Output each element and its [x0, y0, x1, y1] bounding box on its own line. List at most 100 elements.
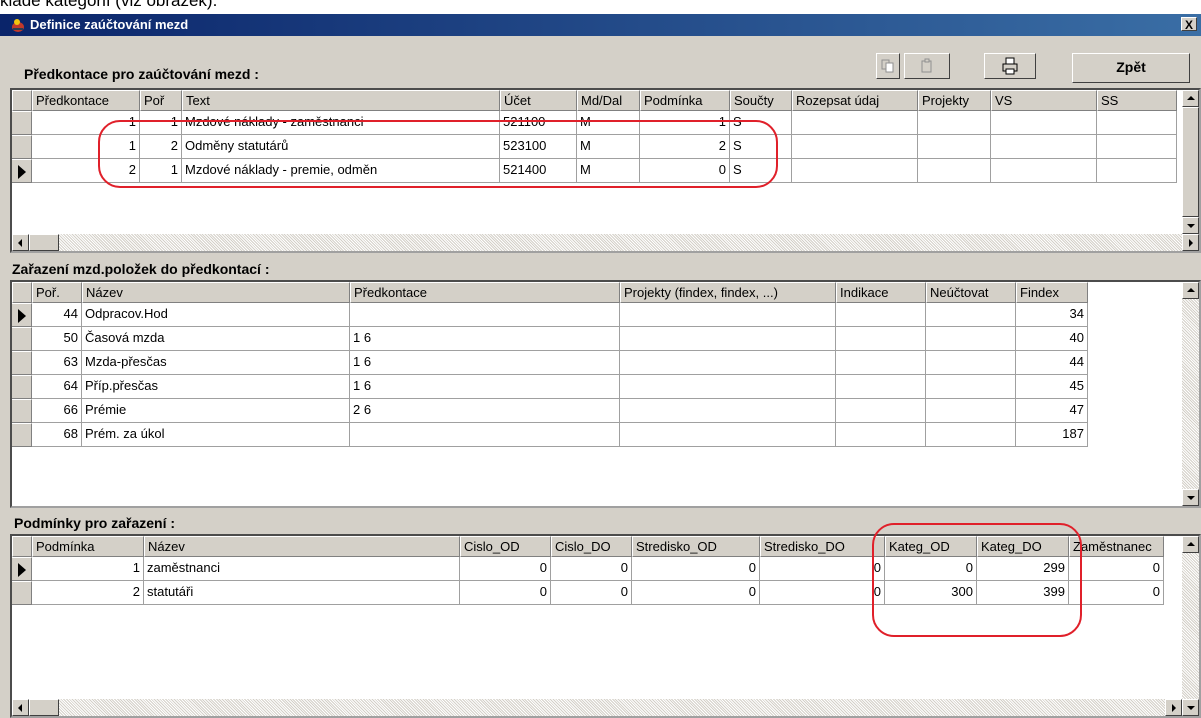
- column-header-4[interactable]: Indikace: [836, 282, 926, 303]
- table-cell[interactable]: 1 6: [350, 327, 620, 351]
- table-cell[interactable]: 2: [640, 135, 730, 159]
- table-cell[interactable]: 44: [1016, 351, 1088, 375]
- row-indicator[interactable]: [12, 375, 32, 399]
- column-header-10[interactable]: SS: [1097, 90, 1177, 111]
- table-cell[interactable]: 0: [1069, 557, 1164, 581]
- table-cell[interactable]: [836, 375, 926, 399]
- table-cell[interactable]: [926, 399, 1016, 423]
- scroll-left-button[interactable]: [12, 699, 29, 716]
- table-cell[interactable]: [836, 423, 926, 447]
- table-cell[interactable]: [620, 351, 836, 375]
- table-cell[interactable]: 521400: [500, 159, 577, 183]
- row-indicator[interactable]: [12, 557, 32, 581]
- table-cell[interactable]: statutáři: [144, 581, 460, 605]
- paste-button[interactable]: [904, 53, 950, 79]
- table-cell[interactable]: [620, 327, 836, 351]
- column-header-5[interactable]: Stredisko_DO: [760, 536, 885, 557]
- column-header-1[interactable]: Název: [82, 282, 350, 303]
- table-cell[interactable]: 2: [32, 581, 144, 605]
- table-cell[interactable]: 0: [460, 581, 551, 605]
- table-cell[interactable]: 64: [32, 375, 82, 399]
- table-cell[interactable]: 47: [1016, 399, 1088, 423]
- table-cell[interactable]: 2 6: [350, 399, 620, 423]
- scroll-up-button[interactable]: [1182, 90, 1199, 107]
- scroll-right-button[interactable]: [1165, 699, 1182, 716]
- table-cell[interactable]: [350, 303, 620, 327]
- title-bar[interactable]: Definice zaúčtování mezd X: [0, 14, 1201, 36]
- copy-button[interactable]: [876, 53, 900, 79]
- table-cell[interactable]: [836, 327, 926, 351]
- column-header-2[interactable]: Text: [182, 90, 500, 111]
- scroll-right-button[interactable]: [1182, 234, 1199, 251]
- table-cell[interactable]: 1: [32, 111, 140, 135]
- horizontal-scroll-thumb[interactable]: [29, 699, 59, 716]
- table-cell[interactable]: Mzdové náklady - premie, odměn: [182, 159, 500, 183]
- table-cell[interactable]: 34: [1016, 303, 1088, 327]
- table-cell[interactable]: 44: [32, 303, 82, 327]
- row-indicator[interactable]: [12, 159, 32, 183]
- row-indicator[interactable]: [12, 423, 32, 447]
- column-header-8[interactable]: Projekty: [918, 90, 991, 111]
- table-cell[interactable]: Příp.přesčas: [82, 375, 350, 399]
- column-header-6[interactable]: Kateg_OD: [885, 536, 977, 557]
- column-header-9[interactable]: VS: [991, 90, 1097, 111]
- column-header-7[interactable]: Rozepsat údaj: [792, 90, 918, 111]
- vertical-scrollbar[interactable]: [1182, 536, 1199, 716]
- table-cell[interactable]: [792, 111, 918, 135]
- table-cell[interactable]: [792, 135, 918, 159]
- row-indicator[interactable]: [12, 399, 32, 423]
- table-cell[interactable]: 66: [32, 399, 82, 423]
- table-cell[interactable]: [926, 303, 1016, 327]
- scroll-up-button[interactable]: [1182, 282, 1199, 299]
- table-cell[interactable]: 0: [551, 557, 632, 581]
- scroll-left-button[interactable]: [12, 234, 29, 251]
- table-cell[interactable]: 0: [632, 557, 760, 581]
- table-cell[interactable]: [1097, 111, 1177, 135]
- table-cell[interactable]: [926, 375, 1016, 399]
- row-indicator[interactable]: [12, 111, 32, 135]
- column-header-3[interactable]: Projekty (findex, findex, ...): [620, 282, 836, 303]
- horizontal-scrollbar[interactable]: [12, 699, 1182, 716]
- column-header-2[interactable]: Předkontace: [350, 282, 620, 303]
- table-cell[interactable]: 1: [140, 159, 182, 183]
- table-cell[interactable]: 300: [885, 581, 977, 605]
- table-cell[interactable]: 68: [32, 423, 82, 447]
- table-cell[interactable]: S: [730, 135, 792, 159]
- column-header-3[interactable]: Účet: [500, 90, 577, 111]
- column-header-7[interactable]: Kateg_DO: [977, 536, 1069, 557]
- column-header-0[interactable]: Předkontace: [32, 90, 140, 111]
- table-cell[interactable]: [620, 399, 836, 423]
- column-header-1[interactable]: Název: [144, 536, 460, 557]
- table-cell[interactable]: [350, 423, 620, 447]
- table-cell[interactable]: [918, 159, 991, 183]
- column-header-6[interactable]: Findex: [1016, 282, 1088, 303]
- scroll-down-button[interactable]: [1182, 489, 1199, 506]
- table-cell[interactable]: [836, 303, 926, 327]
- row-indicator[interactable]: [12, 581, 32, 605]
- table-cell[interactable]: [836, 351, 926, 375]
- print-button[interactable]: [984, 53, 1036, 79]
- table-cell[interactable]: 1: [140, 111, 182, 135]
- table-cell[interactable]: 1 6: [350, 375, 620, 399]
- table-cell[interactable]: 0: [760, 581, 885, 605]
- column-header-6[interactable]: Součty: [730, 90, 792, 111]
- table-cell[interactable]: Časová mzda: [82, 327, 350, 351]
- table-cell[interactable]: M: [577, 159, 640, 183]
- table-cell[interactable]: S: [730, 111, 792, 135]
- table-cell[interactable]: 399: [977, 581, 1069, 605]
- row-indicator[interactable]: [12, 327, 32, 351]
- table-cell[interactable]: M: [577, 135, 640, 159]
- table-cell[interactable]: [918, 135, 991, 159]
- horizontal-scrollbar[interactable]: [12, 234, 1199, 251]
- table-cell[interactable]: 299: [977, 557, 1069, 581]
- table-cell[interactable]: 1: [640, 111, 730, 135]
- column-header-1[interactable]: Poř: [140, 90, 182, 111]
- table-cell[interactable]: 521100: [500, 111, 577, 135]
- table-cell[interactable]: [991, 159, 1097, 183]
- table-cell[interactable]: 0: [551, 581, 632, 605]
- table-cell[interactable]: S: [730, 159, 792, 183]
- table-cell[interactable]: [991, 135, 1097, 159]
- table-cell[interactable]: Mzda-přesčas: [82, 351, 350, 375]
- table-cell[interactable]: 0: [640, 159, 730, 183]
- column-header-0[interactable]: Podmínka: [32, 536, 144, 557]
